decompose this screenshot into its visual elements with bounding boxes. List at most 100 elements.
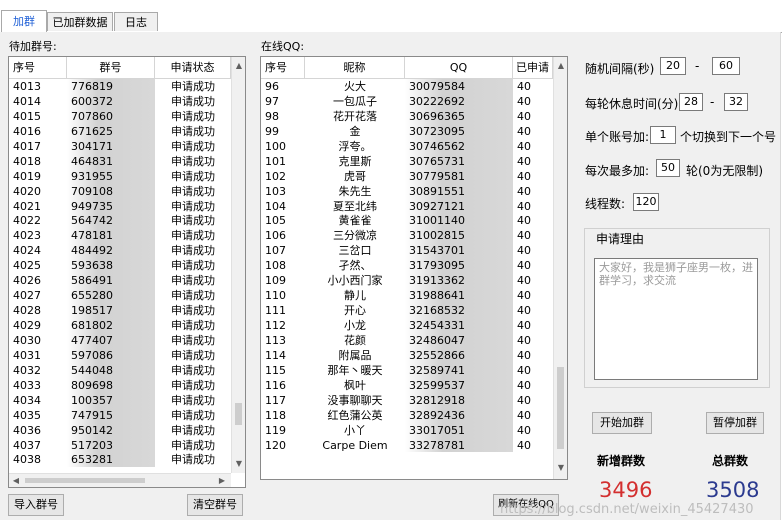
table-row[interactable]: 4024 484492 申请成功 bbox=[9, 243, 231, 259]
scroll-down-icon[interactable]: ▼ bbox=[554, 461, 567, 475]
table-row[interactable]: 116 枫叶 32599537 40 bbox=[261, 377, 553, 393]
tab-bar: 加群 已加群数据 日志 bbox=[0, 10, 782, 33]
table-row[interactable]: 117 没事聊聊天 32812918 40 bbox=[261, 392, 553, 408]
scroll-thumb[interactable] bbox=[235, 403, 242, 425]
table-row[interactable]: 4034 100357 申请成功 bbox=[9, 392, 231, 408]
table-row[interactable]: 4027 655280 申请成功 bbox=[9, 288, 231, 304]
table-row[interactable]: 120 Carpe Diem 33278781 40 bbox=[261, 437, 553, 453]
import-groups-button[interactable]: 导入群号 bbox=[8, 494, 64, 516]
threads-input[interactable]: 120 bbox=[633, 193, 659, 211]
rest-dash: - bbox=[710, 95, 715, 109]
scroll-thumb[interactable] bbox=[557, 367, 564, 449]
interval-max-input[interactable]: 60 bbox=[712, 57, 740, 75]
table-row[interactable]: 4037 517203 申请成功 bbox=[9, 437, 231, 453]
table-row[interactable]: 4020 709108 申请成功 bbox=[9, 183, 231, 199]
interval-label: 随机间隔(秒) bbox=[585, 62, 655, 76]
table-row[interactable]: 105 黄雀雀 31001140 40 bbox=[261, 213, 553, 229]
table-cell: 31543701 bbox=[405, 243, 513, 259]
col-header-index[interactable]: 序号 bbox=[9, 57, 67, 79]
table-row[interactable]: 96 火大 30079584 40 bbox=[261, 79, 553, 94]
table-row[interactable]: 4023 478181 申请成功 bbox=[9, 228, 231, 244]
table-cell: 107 bbox=[265, 244, 286, 258]
col-header-qq[interactable]: QQ bbox=[405, 57, 513, 79]
table-row[interactable]: 103 朱先生 30891551 40 bbox=[261, 183, 553, 199]
rest-min-input[interactable]: 28 bbox=[679, 93, 703, 111]
table-row[interactable]: 4017 304171 申请成功 bbox=[9, 138, 231, 154]
table-row[interactable]: 111 开心 32168532 40 bbox=[261, 303, 553, 318]
table-row[interactable]: 4021 949735 申请成功 bbox=[9, 198, 231, 214]
table-row[interactable]: 4025 593638 申请成功 bbox=[9, 258, 231, 274]
table-row[interactable]: 110 静儿 31988641 40 bbox=[261, 288, 553, 304]
table-row[interactable]: 98 花开花落 30696365 40 bbox=[261, 108, 553, 124]
table-row[interactable]: 97 一包瓜子 30222692 40 bbox=[261, 93, 553, 109]
h-scroll-thumb[interactable] bbox=[25, 478, 145, 483]
online-qq-list[interactable]: 序号 昵称 QQ 已申请 96 火大 30079584 40 97 一包瓜子 3022269… bbox=[260, 56, 568, 480]
table-cell: 30927121 bbox=[405, 198, 513, 214]
apply-reason-title: 申请理由 bbox=[594, 230, 647, 247]
scroll-left-icon[interactable]: ◀ bbox=[9, 474, 23, 487]
col-header-status[interactable]: 申请状态 bbox=[155, 57, 231, 79]
table-row[interactable]: 4028 198517 申请成功 bbox=[9, 303, 231, 318]
table-row[interactable]: 4014 600372 申请成功 bbox=[9, 93, 231, 109]
table-row[interactable]: 4031 597086 申请成功 bbox=[9, 347, 231, 363]
scroll-down-icon[interactable]: ▼ bbox=[232, 457, 245, 471]
table-row[interactable]: 101 克里斯 30765731 40 bbox=[261, 153, 553, 169]
table-row[interactable]: 4036 950142 申请成功 bbox=[9, 422, 231, 438]
switch-count-input[interactable]: 1 bbox=[650, 126, 676, 144]
table-row[interactable]: 4015 707860 申请成功 bbox=[9, 108, 231, 124]
col-header-index[interactable]: 序号 bbox=[261, 57, 305, 79]
table-cell: 4022 bbox=[13, 214, 41, 228]
table-row[interactable]: 4016 671625 申请成功 bbox=[9, 123, 231, 139]
online-list-header: 序号 昵称 QQ 已申请 bbox=[261, 57, 553, 79]
clear-groups-button[interactable]: 清空群号 bbox=[187, 494, 243, 516]
pending-group-list[interactable]: 序号 群号 申请状态 4013 776819 申请成功 4014 600372 申请成功 4… bbox=[8, 56, 246, 488]
table-row[interactable]: 118 红色蒲公英 32892436 40 bbox=[261, 407, 553, 423]
table-row[interactable]: 113 花颜 32486047 40 bbox=[261, 332, 553, 348]
table-row[interactable]: 4033 809698 申请成功 bbox=[9, 377, 231, 393]
table-row[interactable]: 4022 564742 申请成功 bbox=[9, 213, 231, 229]
table-row[interactable]: 99 金 30723095 40 bbox=[261, 123, 553, 139]
table-row[interactable]: 4013 776819 申请成功 bbox=[9, 79, 231, 94]
table-row[interactable]: 4019 931955 申请成功 bbox=[9, 168, 231, 184]
online-vertical-scrollbar[interactable]: ▲ ▼ bbox=[553, 57, 567, 479]
table-row[interactable]: 107 三岔口 31543701 40 bbox=[261, 243, 553, 259]
interval-min-input[interactable]: 20 bbox=[660, 57, 686, 75]
col-header-group-no[interactable]: 群号 bbox=[67, 57, 155, 79]
table-row[interactable]: 100 浮夸。 30746562 40 bbox=[261, 138, 553, 154]
rest-max-input[interactable]: 32 bbox=[724, 93, 748, 111]
table-row[interactable]: 112 小龙 32454331 40 bbox=[261, 318, 553, 333]
col-header-nickname[interactable]: 昵称 bbox=[305, 57, 405, 79]
pause-add-button[interactable]: 暂停加群 bbox=[706, 412, 764, 434]
tab-log[interactable]: 日志 bbox=[114, 12, 158, 31]
tab-add-group[interactable]: 加群 bbox=[1, 10, 47, 33]
max-rounds-input[interactable]: 50 bbox=[656, 159, 680, 177]
table-row[interactable]: 119 小丫 33017051 40 bbox=[261, 422, 553, 438]
col-header-applied[interactable]: 已申请 bbox=[513, 57, 553, 79]
table-row[interactable]: 114 附属品 32552866 40 bbox=[261, 347, 553, 363]
table-row[interactable]: 4035 747915 申请成功 bbox=[9, 407, 231, 423]
tab-added-data[interactable]: 已加群数据 bbox=[47, 12, 113, 31]
table-row[interactable]: 4030 477407 申请成功 bbox=[9, 332, 231, 348]
scroll-right-icon[interactable]: ▶ bbox=[215, 474, 229, 487]
table-cell: 109 bbox=[265, 274, 286, 288]
apply-reason-textarea[interactable]: 大家好，我是狮子座男一枚，进群学习，求交流 bbox=[594, 258, 758, 380]
table-cell: 40 bbox=[517, 348, 531, 362]
table-row[interactable]: 4018 464831 申请成功 bbox=[9, 153, 231, 169]
start-add-button[interactable]: 开始加群 bbox=[592, 412, 652, 434]
table-row[interactable]: 102 虎哥 30779581 40 bbox=[261, 168, 553, 184]
scroll-up-icon[interactable]: ▲ bbox=[554, 59, 567, 73]
scroll-up-icon[interactable]: ▲ bbox=[232, 59, 245, 73]
table-row[interactable]: 106 三分微凉 31002815 40 bbox=[261, 228, 553, 244]
pending-horizontal-scrollbar[interactable]: ◀ ▶ bbox=[9, 473, 231, 487]
table-cell: 浮夸。 bbox=[338, 139, 372, 153]
table-row[interactable]: 104 夏至北纬 30927121 40 bbox=[261, 198, 553, 214]
table-row[interactable]: 4026 586491 申请成功 bbox=[9, 273, 231, 289]
pending-vertical-scrollbar[interactable]: ▲ ▼ bbox=[231, 57, 245, 473]
table-row[interactable]: 115 那年丶暖天 32589741 40 bbox=[261, 362, 553, 378]
table-row[interactable]: 109 小小西门家 31913362 40 bbox=[261, 273, 553, 289]
table-row[interactable]: 4032 544048 申请成功 bbox=[9, 362, 231, 378]
table-row[interactable]: 108 孑然、 31793095 40 bbox=[261, 258, 553, 274]
table-cell: 99 bbox=[265, 124, 279, 138]
table-row[interactable]: 4038 653281 申请成功 bbox=[9, 452, 231, 468]
table-row[interactable]: 4029 681802 申请成功 bbox=[9, 318, 231, 333]
